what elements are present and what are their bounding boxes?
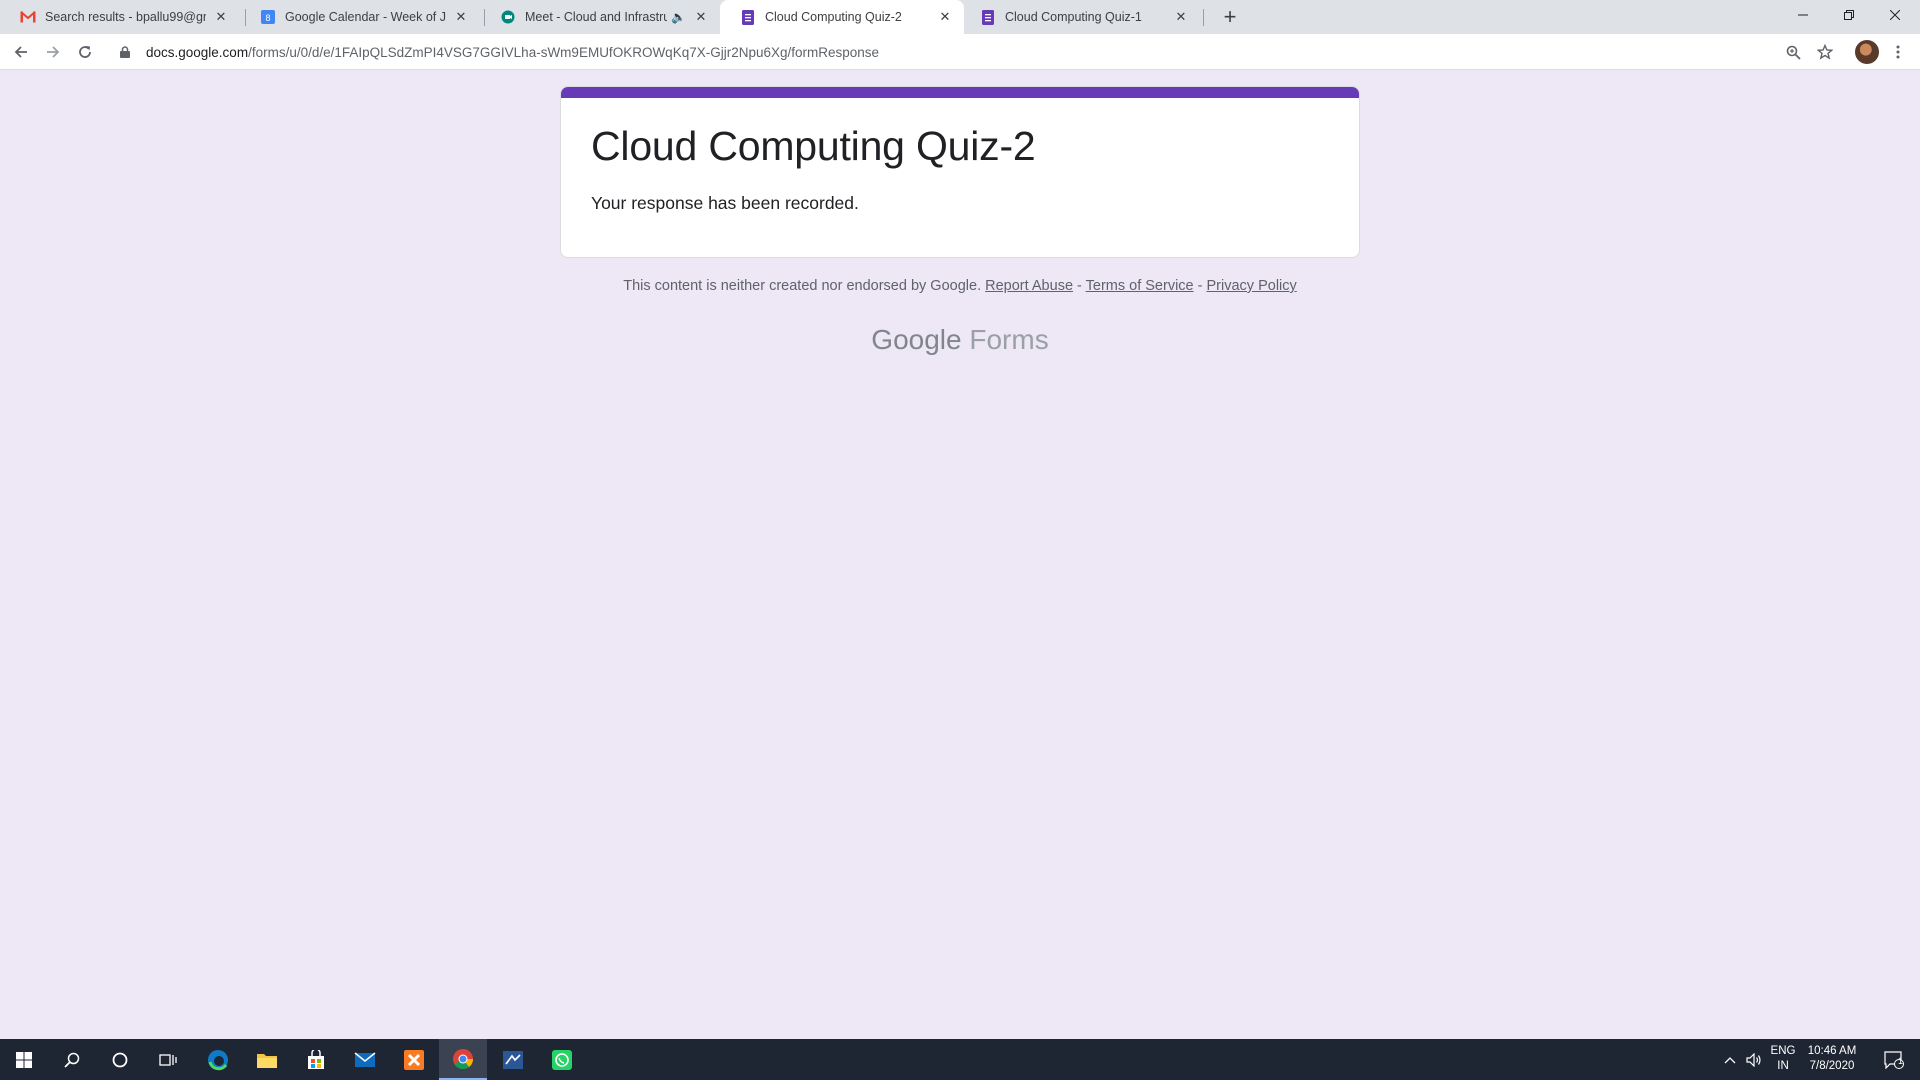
microsoft-store-icon[interactable] (292, 1039, 340, 1080)
logo-forms-text: Forms (969, 324, 1049, 355)
logo-google-text: Google (871, 324, 962, 355)
xampp-icon[interactable] (390, 1039, 438, 1080)
close-tab-icon[interactable]: ✕ (212, 8, 230, 26)
tab-quiz-1[interactable]: Cloud Computing Quiz-1 ✕ (960, 0, 1200, 34)
footer-disclaimer: This content is neither created nor endo… (560, 278, 1360, 294)
form-accent-bar (561, 87, 1359, 98)
address-bar[interactable]: docs.google.com/forms/u/0/d/e/1FAIpQLSdZ… (110, 37, 1816, 67)
back-icon[interactable] (7, 38, 35, 66)
meet-icon (500, 9, 516, 25)
url-text[interactable]: docs.google.com/forms/u/0/d/e/1FAIpQLSdZ… (146, 45, 879, 60)
zoom-icon[interactable] (1779, 38, 1807, 66)
clock-time: 10:46 AM (1807, 1045, 1857, 1057)
close-tab-icon[interactable]: ✕ (1172, 8, 1190, 26)
file-explorer-icon[interactable] (243, 1039, 291, 1080)
tab-title: Google Calendar - Week of July 5 (285, 10, 446, 24)
tab-title: Meet - Cloud and Infrastructu (525, 10, 668, 24)
search-icon[interactable] (48, 1039, 96, 1080)
tab-title: Search results - bpallu99@gmail. (45, 10, 206, 24)
tab-strip: Search results - bpallu99@gmail. ✕ 8 Goo… (0, 0, 1920, 34)
show-hidden-icons-chevron-up-icon[interactable] (1720, 1039, 1740, 1080)
url-host: docs.google.com (146, 44, 249, 60)
input-language-indicator[interactable]: ENG IN (1768, 1044, 1798, 1074)
bookmark-star-icon[interactable] (1811, 38, 1839, 66)
tab-title: Cloud Computing Quiz-1 (1005, 10, 1142, 24)
forms-icon (740, 9, 756, 25)
response-recorded-message: Your response has been recorded. (591, 193, 859, 213)
browser-toolbar: docs.google.com/forms/u/0/d/e/1FAIpQLSdZ… (0, 34, 1920, 70)
region-code: IN (1777, 1060, 1789, 1072)
language-code: ENG (1770, 1045, 1796, 1057)
confirmation-card: Cloud Computing Quiz-2 Your response has… (560, 86, 1360, 258)
minimize-icon[interactable] (1780, 0, 1826, 30)
remote-desktop-icon[interactable] (489, 1039, 537, 1080)
restore-icon[interactable] (1826, 0, 1872, 30)
close-tab-icon[interactable]: ✕ (692, 8, 710, 26)
tab-gmail[interactable]: Search results - bpallu99@gmail. ✕ (0, 0, 240, 34)
new-tab-button[interactable]: + (1216, 4, 1244, 30)
edge-browser-icon[interactable] (194, 1039, 242, 1080)
forward-icon[interactable] (39, 38, 67, 66)
privacy-policy-link[interactable]: Privacy Policy (1207, 278, 1297, 294)
notification-count: 1 (1898, 1056, 1904, 1066)
separator: - (1193, 278, 1207, 294)
profile-avatar[interactable] (1855, 40, 1879, 64)
page-content: Cloud Computing Quiz-2 Your response has… (0, 71, 1920, 1039)
whatsapp-icon[interactable] (538, 1039, 586, 1080)
clock[interactable]: 10:46 AM 7/8/2020 (1800, 1044, 1864, 1074)
tab-quiz-2[interactable]: Cloud Computing Quiz-2 ✕ (720, 0, 964, 34)
clock-date: 7/8/2020 (1809, 1060, 1855, 1072)
tab-calendar[interactable]: 8 Google Calendar - Week of July 5 ✕ (240, 0, 480, 34)
svg-text:8: 8 (265, 13, 270, 23)
windows-taskbar: ENG IN 10:46 AM 7/8/2020 1 (0, 1039, 1920, 1080)
separator: - (1073, 278, 1086, 294)
forms-icon (980, 9, 996, 25)
cortana-icon[interactable] (96, 1039, 144, 1080)
gmail-icon (20, 9, 36, 25)
lock-icon[interactable] (120, 45, 134, 59)
menu-kebab-icon[interactable] (1884, 38, 1912, 66)
tab-meet[interactable]: Meet - Cloud and Infrastructu 🔈 ✕ (480, 0, 720, 34)
volume-icon[interactable] (1744, 1039, 1764, 1080)
url-path: /forms/u/0/d/e/1FAIpQLSdZmPI4VSG7GGIVLha… (248, 44, 880, 60)
close-tab-icon[interactable]: ✕ (936, 8, 954, 26)
windows-start-icon[interactable] (0, 1039, 48, 1080)
tab-divider (1203, 9, 1204, 26)
task-view-icon[interactable] (144, 1039, 192, 1080)
close-tab-icon[interactable]: ✕ (452, 8, 470, 26)
close-window-icon[interactable] (1872, 0, 1918, 30)
disclaimer-text: This content is neither created nor endo… (623, 278, 982, 294)
speaker-icon[interactable]: 🔈 (671, 10, 686, 24)
chrome-taskbar-icon[interactable] (439, 1039, 487, 1080)
terms-of-service-link[interactable]: Terms of Service (1086, 278, 1194, 294)
calendar-icon: 8 (260, 9, 276, 25)
form-title: Cloud Computing Quiz-2 (591, 123, 1036, 169)
report-abuse-link[interactable]: Report Abuse (985, 278, 1073, 294)
google-forms-logo[interactable]: Google Forms (560, 324, 1360, 356)
reload-icon[interactable] (71, 38, 99, 66)
action-center-icon[interactable]: 1 (1876, 1039, 1912, 1080)
tab-title: Cloud Computing Quiz-2 (765, 10, 902, 24)
mail-icon[interactable] (341, 1039, 389, 1080)
